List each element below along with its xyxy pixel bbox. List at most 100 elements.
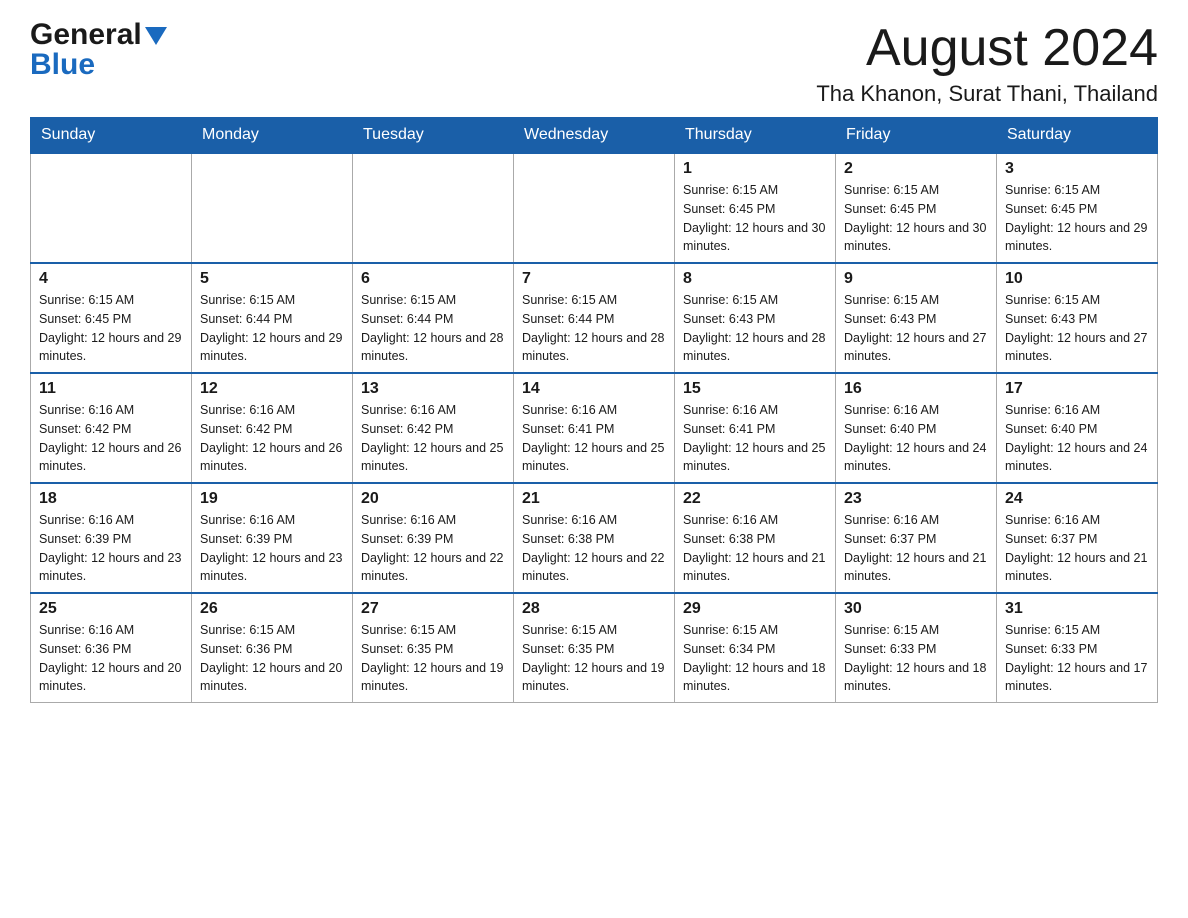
day-info: Sunrise: 6:16 AMSunset: 6:42 PMDaylight:… [39,401,183,476]
day-info: Sunrise: 6:16 AMSunset: 6:40 PMDaylight:… [1005,401,1149,476]
day-number: 6 [361,270,505,288]
calendar-cell: 1 Sunrise: 6:15 AMSunset: 6:45 PMDaylight… [675,153,836,263]
day-number: 12 [200,380,344,398]
header-day-wednesday: Wednesday [514,118,675,154]
day-info: Sunrise: 6:16 AMSunset: 6:41 PMDaylight:… [522,401,666,476]
location-title: Tha Khanon, Surat Thani, Thailand [816,81,1158,107]
calendar-cell: 18 Sunrise: 6:16 AMSunset: 6:39 PMDayligh… [31,483,192,593]
logo-triangle-icon [145,27,167,45]
day-number: 13 [361,380,505,398]
day-info: Sunrise: 6:16 AMSunset: 6:38 PMDaylight:… [522,511,666,586]
week-row-5: 25Sunrise: 6:16 AMSunset: 6:36 PMDayligh… [31,593,1158,703]
calendar-cell: 16 Sunrise: 6:16 AMSunset: 6:40 PMDayligh… [836,373,997,483]
day-number: 14 [522,380,666,398]
day-number: 9 [844,270,988,288]
calendar-cell: 13 Sunrise: 6:16 AMSunset: 6:42 PMDayligh… [353,373,514,483]
day-number: 10 [1005,270,1149,288]
day-info: Sunrise: 6:16 AMSunset: 6:39 PMDaylight:… [200,511,344,586]
day-info: Sunrise: 6:15 AMSunset: 6:43 PMDaylight:… [683,291,827,366]
calendar-cell: 7 Sunrise: 6:15 AMSunset: 6:44 PMDaylight… [514,263,675,373]
calendar-cell: 27 Sunrise: 6:15 AMSunset: 6:35 PMDayligh… [353,593,514,703]
calendar-cell: 21 Sunrise: 6:16 AMSunset: 6:38 PMDayligh… [514,483,675,593]
day-info: Sunrise: 6:15 AMSunset: 6:33 PMDaylight:… [1005,621,1149,696]
day-number: 1 [683,160,827,178]
day-info: Sunrise: 6:15 AMSunset: 6:43 PMDaylight:… [844,291,988,366]
header-row: SundayMondayTuesdayWednesdayThursdayFrid… [31,118,1158,154]
header-day-thursday: Thursday [675,118,836,154]
day-number: 4 [39,270,183,288]
day-number: 7 [522,270,666,288]
header-day-tuesday: Tuesday [353,118,514,154]
calendar-cell: 10 Sunrise: 6:15 AMSunset: 6:43 PMDayligh… [997,263,1158,373]
calendar-cell: 9 Sunrise: 6:15 AMSunset: 6:43 PMDaylight… [836,263,997,373]
header-day-friday: Friday [836,118,997,154]
day-info: Sunrise: 6:16 AMSunset: 6:37 PMDaylight:… [844,511,988,586]
day-info: Sunrise: 6:15 AMSunset: 6:45 PMDaylight:… [844,181,988,256]
day-number: 22 [683,490,827,508]
day-info: Sunrise: 6:16 AMSunset: 6:36 PMDaylight:… [39,621,183,696]
day-number: 24 [1005,490,1149,508]
day-number: 16 [844,380,988,398]
month-title: August 2024 [816,20,1158,77]
calendar-cell: 4 Sunrise: 6:15 AMSunset: 6:45 PMDaylight… [31,263,192,373]
calendar-cell: 15 Sunrise: 6:16 AMSunset: 6:41 PMDayligh… [675,373,836,483]
day-info: Sunrise: 6:15 AMSunset: 6:45 PMDaylight:… [39,291,183,366]
day-info: Sunrise: 6:16 AMSunset: 6:42 PMDaylight:… [200,401,344,476]
day-info: Sunrise: 6:15 AMSunset: 6:43 PMDaylight:… [1005,291,1149,366]
day-info: Sunrise: 6:15 AMSunset: 6:44 PMDaylight:… [200,291,344,366]
header-day-saturday: Saturday [997,118,1158,154]
day-info: Sunrise: 6:15 AMSunset: 6:35 PMDaylight:… [522,621,666,696]
week-row-1: 1 Sunrise: 6:15 AMSunset: 6:45 PMDaylight… [31,153,1158,263]
header-day-sunday: Sunday [31,118,192,154]
day-info: Sunrise: 6:15 AMSunset: 6:33 PMDaylight:… [844,621,988,696]
title-area: August 2024 Tha Khanon, Surat Thani, Tha… [816,20,1158,107]
calendar-cell: 22 Sunrise: 6:16 AMSunset: 6:38 PMDayligh… [675,483,836,593]
day-number: 30 [844,600,988,618]
calendar-cell: 3Sunrise: 6:15 AMSunset: 6:45 PMDaylight… [997,153,1158,263]
calendar-cell: 28Sunrise: 6:15 AMSunset: 6:35 PMDayligh… [514,593,675,703]
day-number: 21 [522,490,666,508]
day-number: 27 [361,600,505,618]
calendar-cell: 29 Sunrise: 6:15 AMSunset: 6:34 PMDayligh… [675,593,836,703]
calendar-cell [514,153,675,263]
day-info: Sunrise: 6:15 AMSunset: 6:44 PMDaylight:… [522,291,666,366]
calendar-cell: 20Sunrise: 6:16 AMSunset: 6:39 PMDayligh… [353,483,514,593]
day-number: 3 [1005,160,1149,178]
logo-blue-text: Blue [30,48,95,81]
calendar-cell [31,153,192,263]
calendar-cell: 30 Sunrise: 6:15 AMSunset: 6:33 PMDayligh… [836,593,997,703]
day-number: 26 [200,600,344,618]
day-info: Sunrise: 6:15 AMSunset: 6:34 PMDaylight:… [683,621,827,696]
calendar-cell: 25Sunrise: 6:16 AMSunset: 6:36 PMDayligh… [31,593,192,703]
day-number: 29 [683,600,827,618]
day-number: 31 [1005,600,1149,618]
day-info: Sunrise: 6:16 AMSunset: 6:42 PMDaylight:… [361,401,505,476]
week-row-4: 18 Sunrise: 6:16 AMSunset: 6:39 PMDayligh… [31,483,1158,593]
day-number: 19 [200,490,344,508]
day-info: Sunrise: 6:16 AMSunset: 6:37 PMDaylight:… [1005,511,1149,586]
calendar-cell: 8 Sunrise: 6:15 AMSunset: 6:43 PMDaylight… [675,263,836,373]
day-info: Sunrise: 6:16 AMSunset: 6:39 PMDaylight:… [39,511,183,586]
header: General Blue August 2024 Tha Khanon, Sur… [30,20,1158,107]
calendar-cell [353,153,514,263]
day-info: Sunrise: 6:16 AMSunset: 6:40 PMDaylight:… [844,401,988,476]
logo-general-text: General [30,20,142,50]
day-number: 8 [683,270,827,288]
calendar-cell: 14 Sunrise: 6:16 AMSunset: 6:41 PMDayligh… [514,373,675,483]
day-number: 15 [683,380,827,398]
day-info: Sunrise: 6:15 AMSunset: 6:35 PMDaylight:… [361,621,505,696]
calendar-cell: 11 Sunrise: 6:16 AMSunset: 6:42 PMDayligh… [31,373,192,483]
day-number: 20 [361,490,505,508]
calendar-cell: 6Sunrise: 6:15 AMSunset: 6:44 PMDaylight… [353,263,514,373]
calendar-cell: 17Sunrise: 6:16 AMSunset: 6:40 PMDayligh… [997,373,1158,483]
day-info: Sunrise: 6:15 AMSunset: 6:45 PMDaylight:… [683,181,827,256]
day-info: Sunrise: 6:16 AMSunset: 6:41 PMDaylight:… [683,401,827,476]
calendar-cell: 5Sunrise: 6:15 AMSunset: 6:44 PMDaylight… [192,263,353,373]
day-number: 18 [39,490,183,508]
day-number: 23 [844,490,988,508]
calendar-cell: 19 Sunrise: 6:16 AMSunset: 6:39 PMDayligh… [192,483,353,593]
day-info: Sunrise: 6:16 AMSunset: 6:38 PMDaylight:… [683,511,827,586]
day-number: 11 [39,380,183,398]
calendar-cell: 2Sunrise: 6:15 AMSunset: 6:45 PMDaylight… [836,153,997,263]
header-day-monday: Monday [192,118,353,154]
